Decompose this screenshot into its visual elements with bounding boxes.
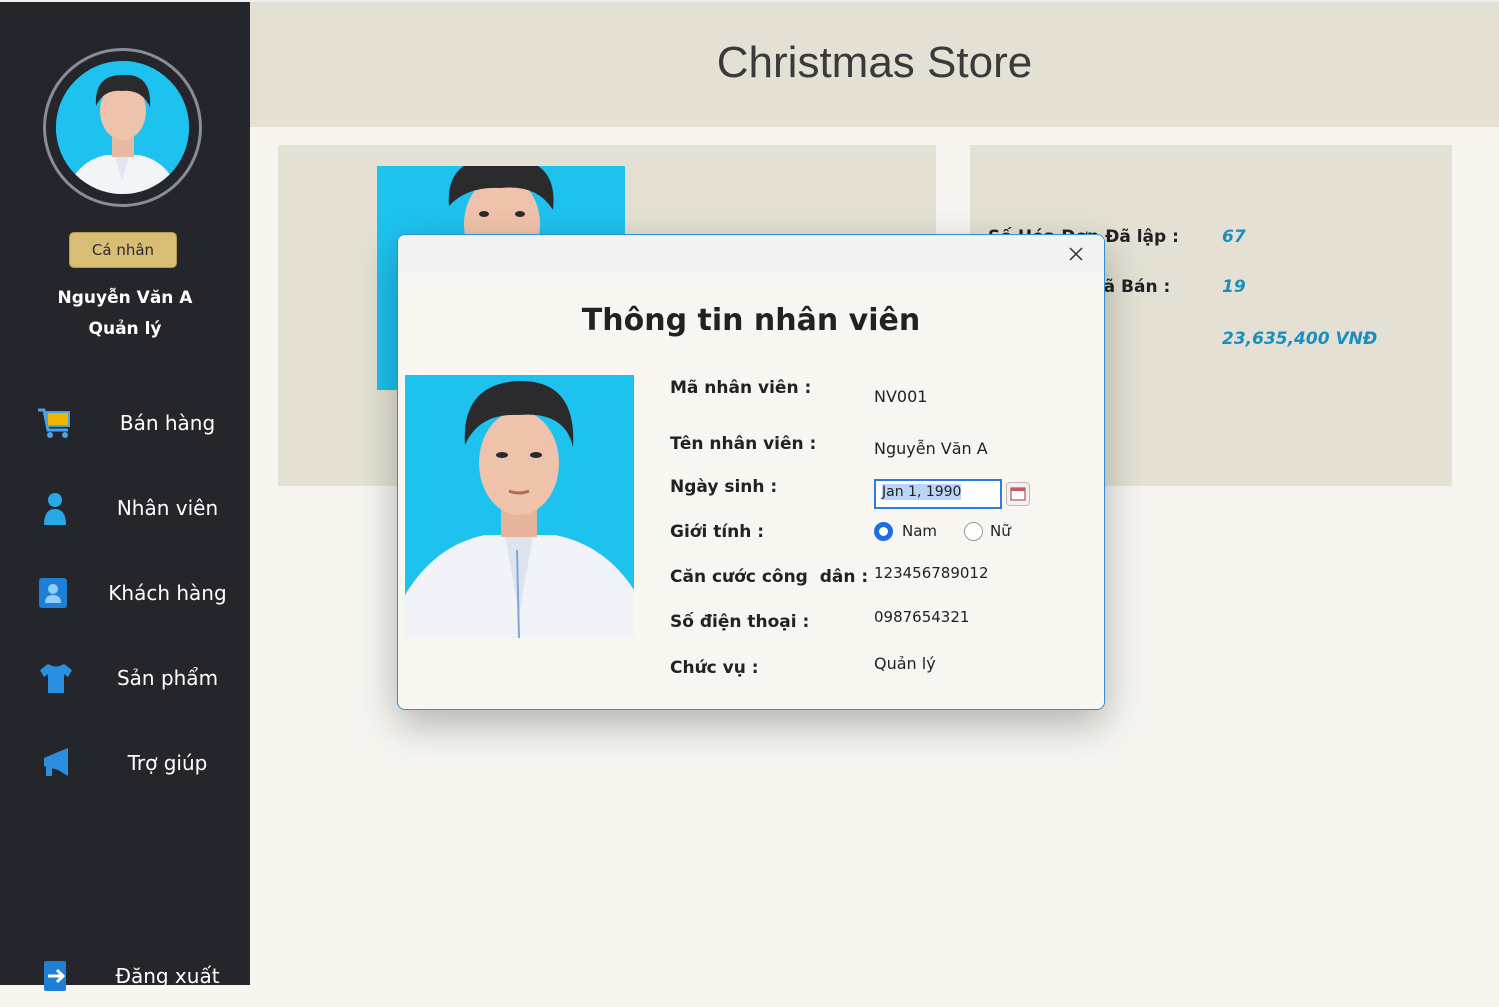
dob-input[interactable]: Jan 1, 1990 xyxy=(874,479,1002,509)
employee-info-dialog: Thông tin nhân viên Mã nhân viên : NV001… xyxy=(397,234,1105,710)
close-icon[interactable] xyxy=(1062,241,1090,267)
gender-male-radio[interactable] xyxy=(874,522,893,541)
cart-icon xyxy=(36,406,74,440)
position-value: Quản lý xyxy=(874,654,936,673)
gender-female-radio[interactable] xyxy=(964,522,983,541)
nav-sales[interactable]: Bán hàng xyxy=(0,394,250,454)
nav-employees[interactable]: Nhân viên xyxy=(0,479,250,539)
calendar-icon[interactable] xyxy=(1006,482,1030,506)
gender-male-label: Nam xyxy=(902,522,938,540)
user-name: Nguyễn Văn A xyxy=(57,288,193,308)
nav-label: Trợ giúp xyxy=(127,751,208,775)
invoices-value: 67 xyxy=(1222,227,1246,247)
phone-label: Số điện thoại : xyxy=(670,612,810,632)
logout-icon xyxy=(36,959,74,993)
megaphone-icon xyxy=(36,746,74,780)
nav-label: Khách hàng xyxy=(108,581,227,605)
nav-products[interactable]: Sản phẩm xyxy=(0,649,250,709)
nav-label: Đăng xuất xyxy=(115,964,220,988)
employee-id-value: NV001 xyxy=(874,387,928,406)
nav-help[interactable]: Trợ giúp xyxy=(0,734,250,794)
user-role: Quản lý xyxy=(88,319,162,339)
sold-value: 19 xyxy=(1222,277,1246,297)
header: Christmas Store xyxy=(250,0,1499,127)
cccd-value: 123456789012 xyxy=(874,564,989,582)
app-title: Christmas Store xyxy=(716,38,1033,87)
dialog-title-bar xyxy=(398,235,1104,273)
employee-name-value: Nguyễn Văn A xyxy=(874,439,988,458)
position-label: Chức vụ : xyxy=(670,658,759,678)
dob-label: Ngày sinh : xyxy=(670,477,778,497)
dialog-title: Thông tin nhân viên xyxy=(581,303,921,338)
phone-value: 0987654321 xyxy=(874,608,970,626)
sidebar: Cá nhân Nguyễn Văn A Quản lý Bán hàng Nh… xyxy=(0,0,250,991)
contact-card-icon xyxy=(36,576,74,610)
gender-label: Giới tính : xyxy=(670,522,765,542)
avatar[interactable] xyxy=(43,48,202,207)
nav-label: Sản phẩm xyxy=(116,666,219,690)
employee-photo xyxy=(405,375,634,638)
avatar-photo xyxy=(56,61,189,194)
employee-name-label: Tên nhân viên : xyxy=(670,434,817,454)
person-icon xyxy=(36,491,74,525)
shirt-icon xyxy=(36,661,74,695)
nav-label: Bán hàng xyxy=(119,411,216,435)
nav-logout[interactable]: Đăng xuất xyxy=(0,947,250,1007)
cccd-label: Căn cước công dân : xyxy=(670,567,869,587)
employee-id-label: Mã nhân viên : xyxy=(670,378,812,398)
nav-customers[interactable]: Khách hàng xyxy=(0,564,250,624)
dob-value: Jan 1, 1990 xyxy=(882,484,962,500)
gender-female-label: Nữ xyxy=(990,522,1011,540)
personal-button[interactable]: Cá nhân xyxy=(69,232,177,268)
nav-label: Nhân viên xyxy=(116,496,219,520)
revenue-value: 23,635,400 VNĐ xyxy=(1222,329,1378,349)
